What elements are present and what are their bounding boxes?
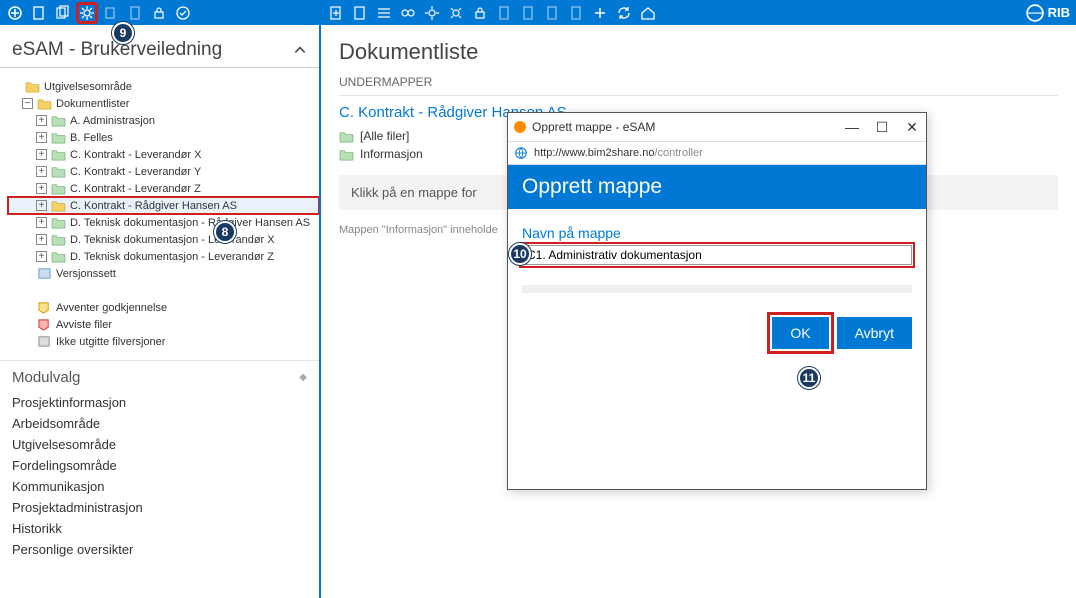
nav-item[interactable]: Kommunikasjon [0, 476, 319, 497]
gear2-icon[interactable] [447, 4, 465, 22]
left-panel: eSAM - Brukerveiledning Utgivelsesområde… [0, 25, 321, 598]
create-folder-dialog: Opprett mappe - eSAM — ☐ ✕ http://www.bi… [507, 112, 927, 490]
expand-icon[interactable]: + [36, 115, 47, 126]
new-icon[interactable] [174, 4, 192, 22]
nav-item[interactable]: Fordelingsområde [0, 455, 319, 476]
callout-badge-8: 8 [214, 221, 236, 243]
doc-icon[interactable] [30, 4, 48, 22]
nav-item[interactable]: Utgivelsesområde [0, 434, 319, 455]
add-icon[interactable] [327, 4, 345, 22]
nav-item[interactable]: Prosjektadministrasjon [0, 497, 319, 518]
maximize-button[interactable]: ☐ [874, 119, 890, 136]
page-icon[interactable] [495, 4, 513, 22]
nav-item[interactable]: Personlige oversikter [0, 539, 319, 560]
tree-item[interactable]: +D. Teknisk dokumentasjon - Rådgiver Han… [8, 214, 319, 231]
paste-icon[interactable] [126, 4, 144, 22]
gear-icon[interactable] [78, 4, 96, 22]
toolbar-right: RIB [321, 0, 1076, 25]
folder-name-label: Navn på mappe [522, 225, 912, 241]
page-title: Dokumentliste [339, 39, 1058, 65]
toolbar-left [0, 0, 321, 25]
tree-item[interactable]: +C. Kontrakt - Leverandør Z [8, 180, 319, 197]
expand-icon[interactable]: + [36, 149, 47, 160]
expand-icon[interactable]: + [36, 234, 47, 245]
tree-doklister[interactable]: − Dokumentlister [8, 95, 319, 112]
close-button[interactable]: ✕ [904, 119, 920, 136]
page4-icon[interactable] [567, 4, 585, 22]
docs-icon[interactable] [54, 4, 72, 22]
nav-list: Prosjektinformasjon Arbeidsområde Utgive… [0, 390, 319, 566]
expand-icon[interactable]: + [36, 166, 47, 177]
dialog-header: Opprett mappe [508, 165, 926, 209]
rib-logo: RIB [1026, 4, 1070, 22]
folder-name-input[interactable] [522, 245, 912, 265]
tree-item[interactable]: +C. Kontrakt - Leverandør Y [8, 163, 319, 180]
ok-button[interactable]: OK [772, 317, 828, 349]
collapse-icon[interactable]: − [22, 98, 33, 109]
tree-quick[interactable]: Ikke utgitte filversjoner [8, 333, 319, 350]
refresh-icon[interactable] [615, 4, 633, 22]
lock-icon[interactable] [471, 4, 489, 22]
gear-icon[interactable] [423, 4, 441, 22]
minimize-button[interactable]: — [844, 119, 860, 136]
tree-versjon[interactable]: Versjonssett [8, 265, 319, 282]
home-icon[interactable] [639, 4, 657, 22]
callout-badge-10: 10 [509, 243, 531, 265]
subheader: UNDERMAPPER [339, 75, 1058, 96]
callout-badge-11: 11 [798, 367, 820, 389]
plus-icon[interactable] [591, 4, 609, 22]
app-icon [514, 121, 526, 133]
tree-item[interactable]: +D. Teknisk dokumentasjon - Leverandør Z [8, 248, 319, 265]
copy-icon[interactable] [102, 4, 120, 22]
tree-quick[interactable]: Avventer godkjennelse [8, 299, 319, 316]
config-icon[interactable] [6, 4, 24, 22]
expand-icon[interactable]: + [36, 251, 47, 262]
tree-item[interactable]: +C. Kontrakt - Leverandør X [8, 146, 319, 163]
tree-item[interactable]: +A. Administrasjon [8, 112, 319, 129]
left-panel-title: eSAM - Brukerveiledning [0, 25, 319, 68]
callout-badge-9: 9 [112, 22, 134, 44]
expand-icon[interactable]: + [36, 132, 47, 143]
tree-view: Utgivelsesområde − Dokumentlister +A. Ad… [0, 68, 319, 360]
doc-icon[interactable] [351, 4, 369, 22]
progress-placeholder [522, 285, 912, 293]
dialog-title-text: Opprett mappe - eSAM [532, 120, 655, 134]
lock-icon[interactable] [150, 4, 168, 22]
tree-item[interactable]: +D. Teknisk dokumentasjon - Leverandør X [8, 231, 319, 248]
expand-icon[interactable]: + [36, 183, 47, 194]
cancel-button[interactable]: Avbryt [837, 317, 912, 349]
tree-item-selected[interactable]: +C. Kontrakt - Rådgiver Hansen AS [8, 197, 319, 214]
expand-icon[interactable]: + [36, 217, 47, 228]
globe-icon [514, 146, 528, 160]
expand-icon[interactable]: + [36, 200, 47, 211]
list-icon[interactable] [375, 4, 393, 22]
nav-item[interactable]: Prosjektinformasjon [0, 392, 319, 413]
page2-icon[interactable] [519, 4, 537, 22]
modulvalg-header[interactable]: Modulvalg ◆ [0, 360, 319, 390]
dialog-titlebar[interactable]: Opprett mappe - eSAM — ☐ ✕ [508, 113, 926, 141]
link-icon[interactable] [399, 4, 417, 22]
tree-quick[interactable]: Avviste filer [8, 316, 319, 333]
nav-item[interactable]: Arbeidsområde [0, 413, 319, 434]
dialog-url-bar: http://www.bim2share.no/controller [508, 141, 926, 165]
tree-root[interactable]: Utgivelsesområde [8, 78, 319, 95]
nav-item[interactable]: Historikk [0, 518, 319, 539]
chevron-up-icon[interactable] [293, 43, 307, 57]
tree-item[interactable]: +B. Felles [8, 129, 319, 146]
page3-icon[interactable] [543, 4, 561, 22]
